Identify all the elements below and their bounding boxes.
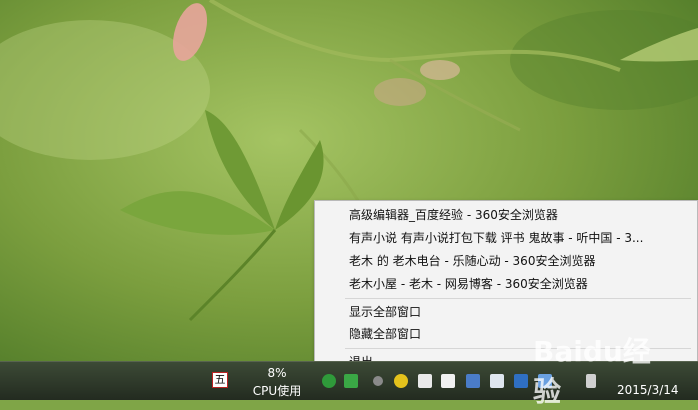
monitor-icon[interactable]	[418, 374, 432, 388]
card-icon[interactable]	[441, 374, 455, 388]
menu-window-item[interactable]: 高级编辑器_百度经验 - 360安全浏览器	[349, 204, 685, 226]
tray-app-icon[interactable]	[373, 376, 383, 386]
menu-separator	[345, 298, 691, 299]
file-icon[interactable]	[490, 374, 504, 388]
menu-show-all[interactable]: 显示全部窗口	[349, 301, 685, 323]
cpu-usage-label: CPU使用	[252, 384, 302, 398]
360-guard-icon[interactable]	[322, 374, 336, 388]
baidu-watermark: Baidu经验	[533, 322, 663, 408]
menu-window-item[interactable]: 老木小屋 - 老木 - 网易博客 - 360安全浏览器	[349, 273, 685, 295]
plus-icon[interactable]	[394, 374, 408, 388]
menu-window-item[interactable]: 老木 的 老木电台 - 乐随心动 - 360安全浏览器	[349, 250, 685, 272]
baidu-watermark-text: Baidu经验	[533, 335, 651, 408]
shield-icon[interactable]	[344, 374, 358, 388]
menu-window-item[interactable]: 有声小说 有声小说打包下载 评书 鬼故事 - 听中国 - 3...	[349, 227, 685, 249]
network-icon[interactable]	[514, 374, 528, 388]
cpu-usage-percent: 8%	[267, 366, 287, 380]
input-method-indicator[interactable]: 五	[212, 372, 228, 388]
graph-icon[interactable]	[466, 374, 480, 388]
